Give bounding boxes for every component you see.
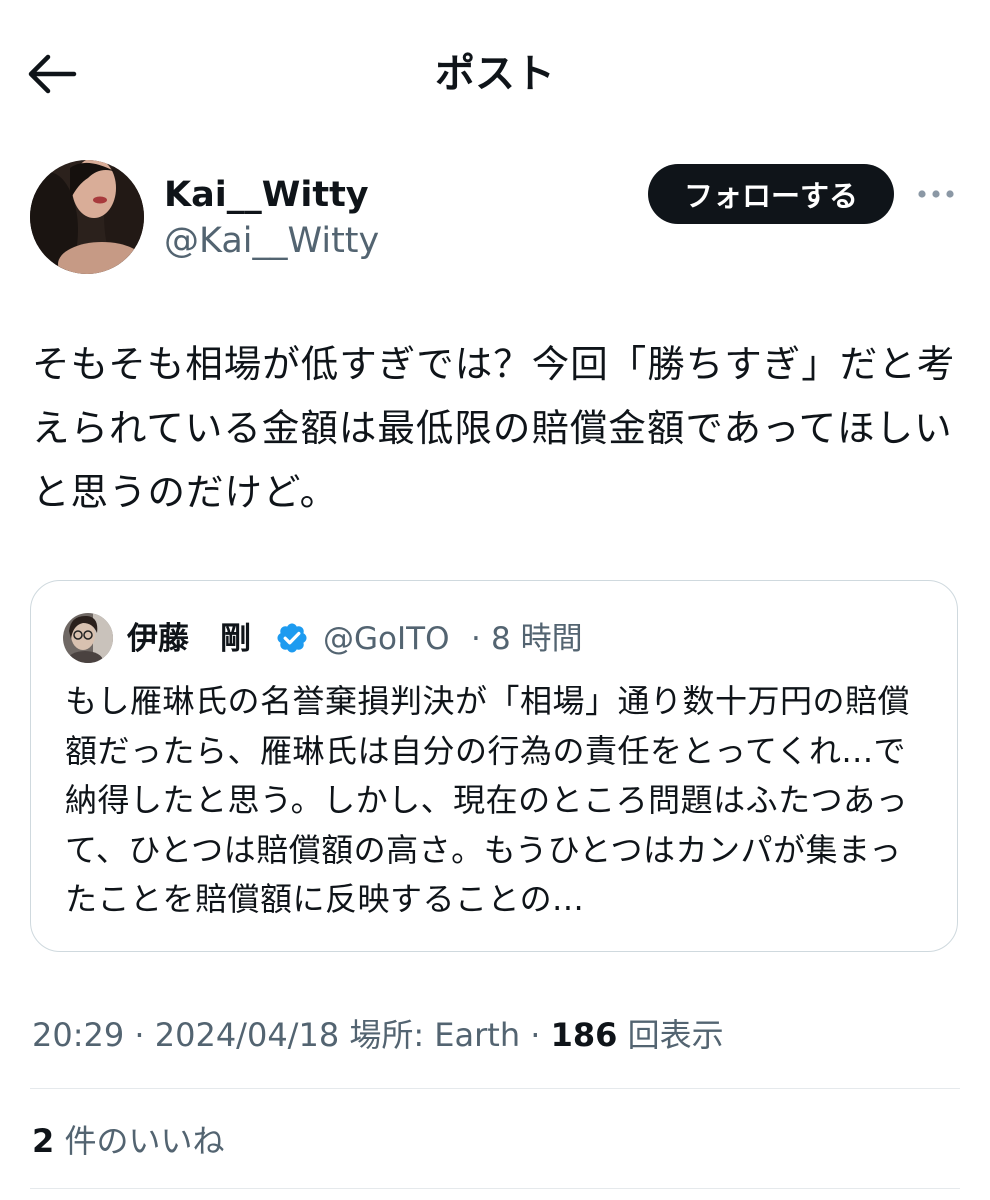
quoted-author-name: 伊藤 剛 (127, 621, 251, 657)
quoted-timestamp: 8 時間 (491, 621, 583, 657)
verified-badge-icon (277, 623, 307, 653)
post-date[interactable]: 2024/04/18 (155, 1016, 339, 1054)
top-bar: ポスト (0, 0, 990, 150)
author-handle: @Kai__Witty (164, 221, 380, 261)
post-meta: 20:29 · 2024/04/18 場所: Earth · 186 回表示 (32, 1012, 724, 1058)
meta-separator: · (520, 1016, 551, 1054)
post-text: そもそも相場が低すぎでは？今回「勝ちすぎ」だと考えられている金額は最低限の賠償金… (32, 342, 956, 514)
quoted-text: もし雁琳氏の名誉棄損判決が「相場」通り数十万円の賠償額だったら、雁琳氏は自分の行… (65, 682, 911, 918)
follow-button[interactable]: フォローする (648, 164, 894, 224)
author-display-name[interactable]: Kai__Witty (164, 174, 369, 216)
avatar[interactable] (30, 160, 144, 274)
divider (30, 1188, 960, 1189)
more-options-button[interactable] (914, 180, 958, 208)
likes-label: 件のいいね (54, 1122, 225, 1160)
likes-count: 2 (32, 1122, 55, 1160)
divider (30, 1088, 960, 1089)
page-title: ポスト (435, 51, 555, 97)
quoted-avatar (63, 613, 113, 663)
quoted-author-handle: @GoITO (323, 621, 450, 657)
separator-dot: · (471, 621, 481, 657)
post-location: 場所: Earth (339, 1016, 521, 1054)
view-count: 186 (550, 1016, 618, 1054)
ellipsis-icon (918, 190, 954, 198)
likes-link[interactable]: 2 件のいいね (32, 1118, 224, 1164)
post-time[interactable]: 20:29 (32, 1016, 124, 1054)
view-count-label: 回表示 (617, 1016, 724, 1054)
meta-separator: · (124, 1016, 155, 1054)
quoted-post[interactable]: 伊藤 剛 @GoITO · 8 時間 もし雁琳氏の名誉棄損判決が「相場」通り数十… (30, 580, 958, 952)
post-author: Kai__Witty @Kai__Witty フォローする (30, 160, 960, 275)
